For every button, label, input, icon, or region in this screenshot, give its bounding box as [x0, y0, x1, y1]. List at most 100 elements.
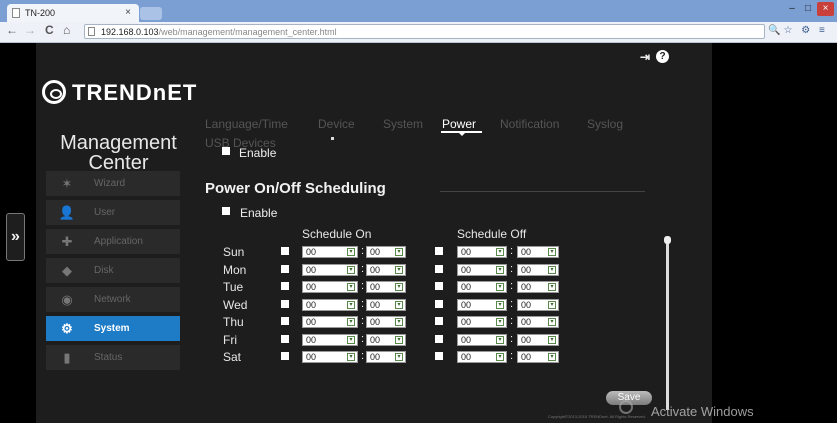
off-hour-select[interactable]: 00 ▾ — [457, 351, 507, 363]
select-value: 00 — [521, 265, 532, 275]
user-icon: 👤 — [58, 205, 76, 220]
help-icon[interactable]: ? — [656, 50, 669, 63]
on-minute-select[interactable]: 00 ▾ — [366, 334, 406, 346]
on-hour-select[interactable]: 00 ▾ — [302, 246, 358, 258]
reload-button[interactable]: C — [45, 23, 54, 37]
maximize-button[interactable]: □ — [801, 2, 815, 16]
off-hour-select[interactable]: 00 ▾ — [457, 281, 507, 293]
time-colon: : — [510, 350, 514, 362]
schedule-off-header: Schedule Off — [457, 227, 527, 241]
dropdown-arrow-icon: ▾ — [548, 283, 556, 291]
day-label: Thu — [223, 315, 244, 329]
off-minute-select[interactable]: 00 ▾ — [517, 316, 559, 328]
off-hour-select[interactable]: 00 ▾ — [457, 334, 507, 346]
on-hour-select[interactable]: 00 ▾ — [302, 316, 358, 328]
dropdown-arrow-icon: ▾ — [548, 248, 556, 256]
tab-system[interactable]: System — [383, 117, 423, 131]
close-window-button[interactable]: × — [817, 2, 834, 16]
select-value: 00 — [306, 265, 317, 275]
schedule-on-checkbox[interactable] — [281, 352, 289, 360]
tab-notification[interactable]: Notification — [500, 117, 559, 131]
on-minute-select[interactable]: 00 ▾ — [366, 316, 406, 328]
day-label: Fri — [223, 333, 237, 347]
schedule-off-checkbox[interactable] — [435, 247, 443, 255]
dropdown-arrow-icon: ▾ — [548, 318, 556, 326]
schedule-on-checkbox[interactable] — [281, 282, 289, 290]
schedule-off-checkbox[interactable] — [435, 282, 443, 290]
back-button[interactable]: ← — [6, 23, 18, 37]
home-button[interactable]: ⌂ — [63, 23, 70, 37]
on-hour-select[interactable]: 00 ▾ — [302, 299, 358, 311]
schedule-off-checkbox[interactable] — [435, 335, 443, 343]
top-enable-checkbox[interactable] — [222, 147, 230, 155]
schedule-on-checkbox[interactable] — [281, 247, 289, 255]
url-host: 192.168.0.103 — [101, 27, 159, 37]
off-minute-select[interactable]: 00 ▾ — [517, 281, 559, 293]
dropdown-arrow-icon: ▾ — [347, 318, 355, 326]
select-value: 00 — [461, 247, 472, 257]
scrollbar-thumb[interactable] — [664, 236, 671, 244]
schedule-enable-checkbox[interactable] — [222, 207, 230, 215]
off-minute-select[interactable]: 00 ▾ — [517, 334, 559, 346]
forward-button[interactable]: → — [24, 23, 36, 37]
minimize-button[interactable]: – — [785, 2, 799, 16]
dropdown-arrow-icon: ▾ — [496, 318, 504, 326]
tab-device[interactable]: Device — [318, 117, 355, 131]
select-value: 00 — [306, 335, 317, 345]
time-colon: : — [361, 333, 365, 345]
new-tab-button[interactable] — [140, 7, 162, 20]
title-line-1: Management — [60, 132, 177, 154]
logout-icon[interactable]: ⇥ — [640, 50, 650, 64]
off-hour-select[interactable]: 00 ▾ — [457, 316, 507, 328]
on-hour-select[interactable]: 00 ▾ — [302, 351, 358, 363]
off-minute-select[interactable]: 00 ▾ — [517, 264, 559, 276]
schedule-on-checkbox[interactable] — [281, 265, 289, 273]
off-minute-select[interactable]: 00 ▾ — [517, 351, 559, 363]
on-minute-select[interactable]: 00 ▾ — [366, 351, 406, 363]
on-minute-select[interactable]: 00 ▾ — [366, 246, 406, 258]
on-minute-select[interactable]: 00 ▾ — [366, 281, 406, 293]
sidebar-item-user[interactable]: 👤 User — [46, 200, 180, 225]
sidebar-item-status[interactable]: ▮ Status — [46, 345, 180, 370]
on-hour-select[interactable]: 00 ▾ — [302, 264, 358, 276]
tab-language-time[interactable]: Language/Time — [205, 117, 288, 131]
schedule-off-checkbox[interactable] — [435, 265, 443, 273]
off-hour-select[interactable]: 00 ▾ — [457, 299, 507, 311]
on-hour-select[interactable]: 00 ▾ — [302, 281, 358, 293]
on-minute-select[interactable]: 00 ▾ — [366, 299, 406, 311]
schedule-off-checkbox[interactable] — [435, 352, 443, 360]
dropdown-arrow-icon: ▾ — [548, 336, 556, 344]
off-hour-select[interactable]: 00 ▾ — [457, 246, 507, 258]
dropdown-arrow-icon: ▾ — [347, 336, 355, 344]
time-colon: : — [361, 245, 365, 257]
scrollbar-track[interactable] — [666, 240, 669, 410]
browser-toolbar: ← → C ⌂ 192.168.0.103/web/management/man… — [0, 22, 837, 43]
tab-syslog[interactable]: Syslog — [587, 117, 623, 131]
schedule-on-checkbox[interactable] — [281, 300, 289, 308]
schedule-on-checkbox[interactable] — [281, 317, 289, 325]
sidebar-item-wizard[interactable]: ✶ Wizard — [46, 171, 180, 196]
close-tab-icon[interactable]: × — [125, 4, 131, 22]
browser-tab[interactable]: TN-200 × — [7, 4, 139, 22]
off-hour-select[interactable]: 00 ▾ — [457, 264, 507, 276]
schedule-on-checkbox[interactable] — [281, 335, 289, 343]
off-minute-select[interactable]: 00 ▾ — [517, 246, 559, 258]
dropdown-arrow-icon: ▾ — [395, 266, 403, 274]
browser-extension-icons[interactable]: 🔍☆ ⚙ ≡ — [768, 25, 828, 36]
sidebar-item-label: Disk — [94, 265, 114, 276]
sidebar-item-system[interactable]: ⚙ System — [46, 316, 180, 341]
dropdown-arrow-icon: ▾ — [496, 301, 504, 309]
schedule-off-checkbox[interactable] — [435, 317, 443, 325]
sidebar-item-network[interactable]: ◉ Network — [46, 287, 180, 312]
sidebar-item-application[interactable]: ✚ Application — [46, 229, 180, 254]
tab-power[interactable]: Power — [442, 117, 476, 131]
url-path: /web/management/management_center.html — [158, 27, 337, 37]
on-hour-select[interactable]: 00 ▾ — [302, 334, 358, 346]
select-value: 00 — [306, 317, 317, 327]
off-minute-select[interactable]: 00 ▾ — [517, 299, 559, 311]
address-bar[interactable]: 192.168.0.103/web/management/management_… — [84, 24, 765, 39]
sidebar-item-disk[interactable]: ◆ Disk — [46, 258, 180, 283]
expand-sidebar-handle[interactable]: » — [6, 213, 25, 261]
on-minute-select[interactable]: 00 ▾ — [366, 264, 406, 276]
schedule-off-checkbox[interactable] — [435, 300, 443, 308]
